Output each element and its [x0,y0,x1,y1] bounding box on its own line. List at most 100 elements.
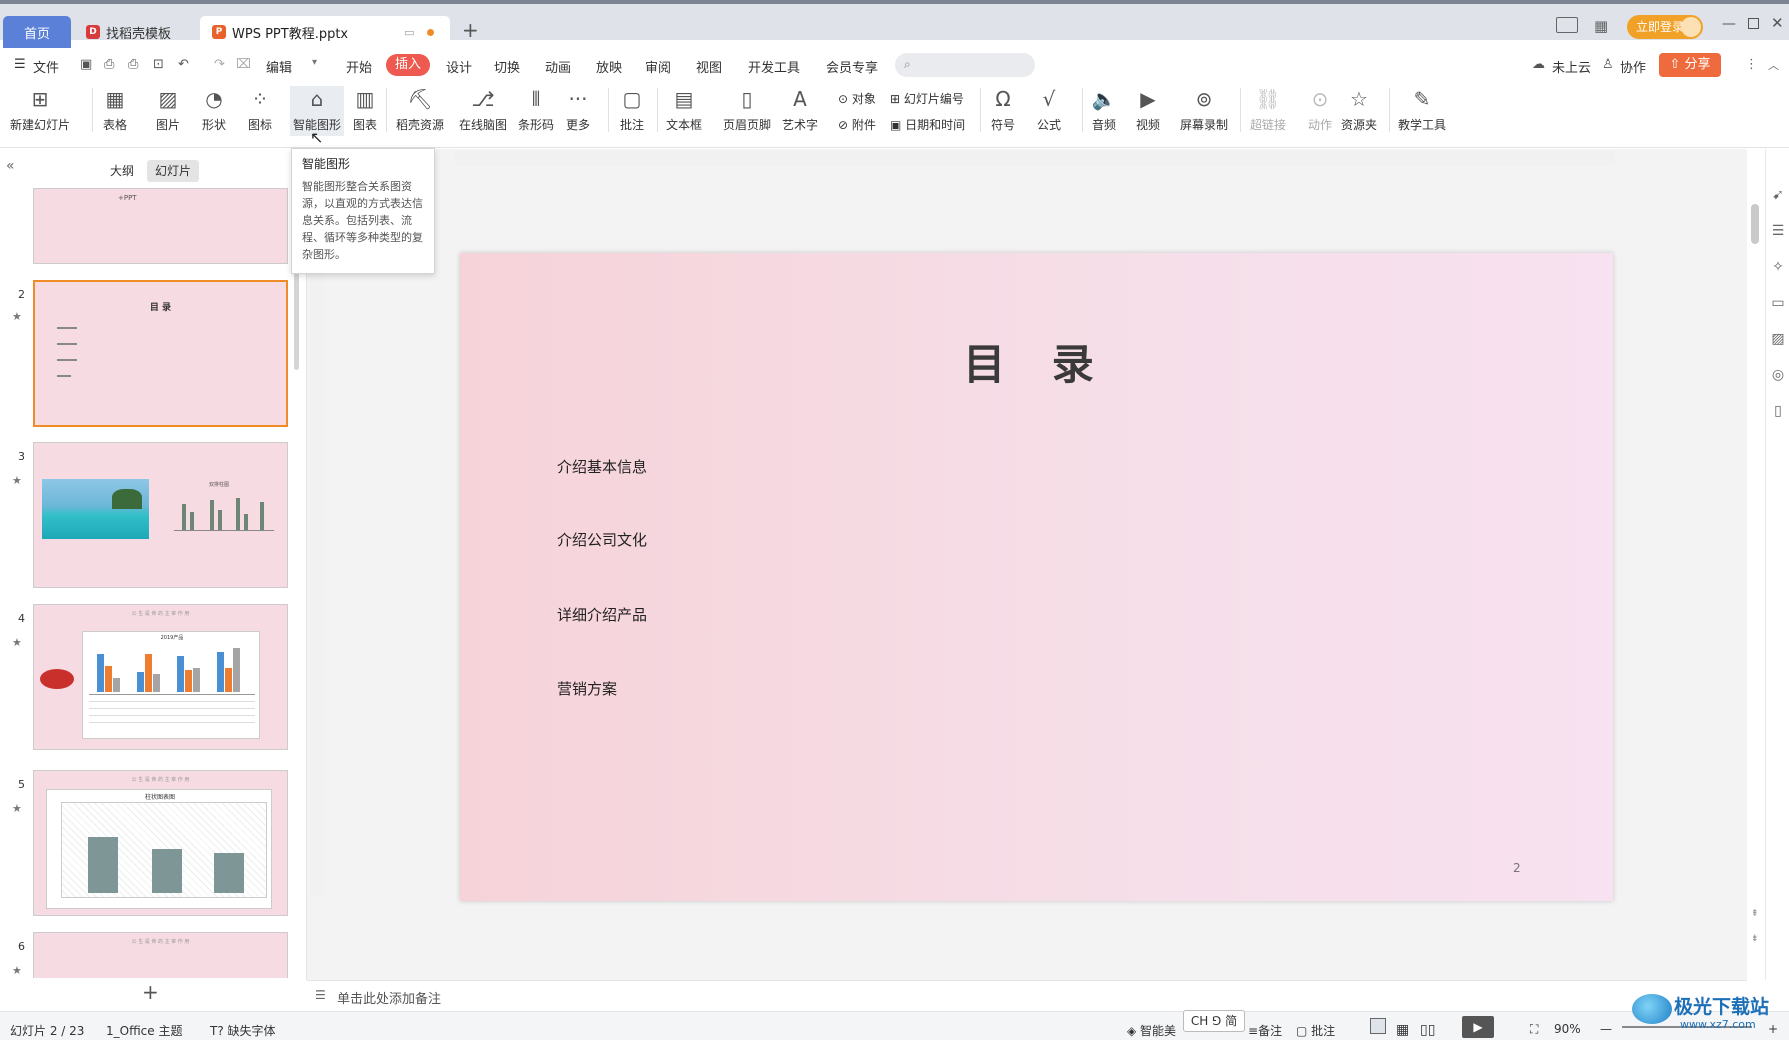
docer-resources-button[interactable]: ⛏ 稻壳资源 [396,86,444,133]
menu-edit[interactable]: 编辑 [266,57,292,76]
more-button[interactable]: ··· 更多 [565,86,591,133]
mindmap-button[interactable]: ⎇ 在线脑图 [459,86,507,133]
animation-icon[interactable]: ✧ [1770,259,1786,275]
table-button[interactable]: ▦ 表格 [102,86,128,133]
video-button[interactable]: ▶ 视频 [1135,86,1161,133]
new-slide-button[interactable]: ⊞ 新建幻灯片 [10,86,70,133]
slide-thumbnail-2[interactable]: 目 录 [33,280,288,427]
book-icon[interactable]: ▯ [1770,403,1786,419]
print-preview-icon[interactable]: ⊡ [153,57,164,72]
attachment-button[interactable]: ⊘ 附件 [838,116,876,133]
current-slide[interactable]: 目 录 介绍基本信息 介绍公司文化 详细介绍产品 营销方案 2 [460,253,1613,901]
sorter-view-icon[interactable]: ▦ [1396,1022,1409,1038]
canvas-scrollbar[interactable]: ⇞ ⇟ [1747,149,1765,980]
slide-thumbnail-4[interactable]: 公 生 是 命 的 主 宰 作 用 2019产品 [33,604,288,750]
next-page-icon[interactable]: ⇟ [1751,934,1759,944]
slide-thumbnail-3[interactable]: 双排柱图 [33,442,288,588]
resources-button[interactable]: ☆ 资源夹 [1341,86,1377,133]
collapse-ribbon-icon[interactable]: ︿ [1768,57,1779,73]
slide-thumbnail-6[interactable]: 公 生 是 命 的 主 宰 作 用 [33,932,288,978]
shape-button[interactable]: ◔ 形状 [201,86,227,133]
datetime-button[interactable]: ▣ 日期和时间 [890,116,965,133]
theme-name[interactable]: 1_Office 主题 [106,1022,182,1039]
grid-apps-icon[interactable]: ▦ [1594,17,1608,35]
wordart-button[interactable]: A 艺术字 [782,86,818,133]
notes-toggle-button[interactable]: ≡备注 [1248,1022,1282,1039]
location-icon[interactable]: ◎ [1770,367,1786,383]
monitor-icon[interactable]: ▭ [404,26,414,39]
layout-icon[interactable] [1556,17,1578,33]
chart-button[interactable]: ▥ 图表 [352,86,378,133]
share-button[interactable]: ⇧ 分享 [1659,53,1721,77]
tab-home[interactable]: 首页 [3,16,71,48]
minimize-icon[interactable]: — [1722,16,1736,32]
maximize-icon[interactable] [1748,18,1759,29]
ime-indicator[interactable]: CH ⅁ 简 [1183,1010,1245,1032]
menu-transition[interactable]: 切换 [494,57,520,76]
login-button[interactable]: 立即登录 [1627,15,1703,39]
cloud-status[interactable]: 未上云 [1552,57,1591,76]
slide-title[interactable]: 目 录 [460,331,1613,392]
formula-button[interactable]: √ 公式 [1036,86,1062,133]
slide-thumbnail-1[interactable]: +PPT [33,188,288,264]
tab-slides[interactable]: 幻灯片 [147,160,200,182]
comment-toggle-button[interactable]: ▢ 批注 [1296,1022,1335,1039]
tab-outline[interactable]: 大纲 [102,160,142,182]
menu-member[interactable]: 会员专享 [826,57,878,76]
menu-developer[interactable]: 开发工具 [748,57,800,76]
hyperlink-button[interactable]: ⛓ 超链接 [1250,86,1286,133]
play-slideshow-button[interactable]: ▶ [1462,1016,1494,1038]
save-icon[interactable]: ▣ [80,57,92,72]
collab-button[interactable]: 协作 [1620,57,1646,76]
slide-thumbnail-5[interactable]: 公 生 是 命 的 主 宰 作 用 柱状图表图 [33,770,288,916]
format-painter-icon[interactable]: ⌧ [236,57,251,72]
search-input[interactable]: ⌕ [895,53,1035,77]
menu-animation[interactable]: 动画 [545,57,571,76]
header-footer-button[interactable]: ▯ 页眉页脚 [723,86,771,133]
object-button[interactable]: ⊙ 对象 [838,90,876,107]
quick-access-dropdown-icon[interactable]: ▾ [312,57,317,68]
slide-item-2[interactable]: 介绍公司文化 [557,529,647,550]
audio-button[interactable]: 🔈 音频 [1091,86,1117,133]
symbol-button[interactable]: Ω 符号 [990,86,1016,133]
screen-record-button[interactable]: ⊚ 屏幕录制 [1180,86,1228,133]
tab-active-file[interactable]: P WPS PPT教程.pptx ▭ [200,16,450,48]
action-button[interactable]: ⊙ 动作 [1307,86,1333,133]
picture-tool-icon[interactable]: ▨ [1770,331,1786,347]
comment-button[interactable]: ▢ 批注 [619,86,645,133]
slide-item-4[interactable]: 营销方案 [557,678,617,699]
slide-count[interactable]: 幻灯片 2 / 23 [10,1022,84,1039]
textbox-button[interactable]: ▤ 文本框 [666,86,702,133]
zoom-level[interactable]: 90% [1554,1022,1581,1036]
transition-icon[interactable]: ▭ [1770,295,1786,311]
undo-icon[interactable]: ↶ [178,57,189,72]
picture-button[interactable]: ▨ 图片 [155,86,181,133]
notes-pane[interactable]: ☰ 单击此处添加备注 [307,980,1747,1010]
zoom-out-icon[interactable]: — [1600,1022,1612,1036]
sliders-icon[interactable]: ☰ [1770,223,1786,239]
menu-start[interactable]: 开始 [346,57,372,76]
menu-review[interactable]: 审阅 [645,57,671,76]
reading-view-icon[interactable]: ▯▯ [1420,1022,1435,1038]
hamburger-icon[interactable]: ☰ [14,57,26,72]
menu-design[interactable]: 设计 [446,57,472,76]
redo-icon[interactable]: ↷ [214,57,225,72]
slide-item-3[interactable]: 详细介绍产品 [557,604,647,625]
rocket-icon[interactable]: ➹ [1770,187,1786,203]
menu-insert[interactable]: 插入 [386,54,430,76]
export-pdf-icon[interactable]: ⎙ [104,57,114,72]
teaching-tools-button[interactable]: ✎ 教学工具 [1398,86,1446,133]
new-tab-button[interactable]: + [462,18,479,42]
menu-view[interactable]: 视图 [696,57,722,76]
slide-item-1[interactable]: 介绍基本信息 [557,456,647,477]
icon-library-button[interactable]: ⁘ 图标 [247,86,273,133]
prev-page-icon[interactable]: ⇞ [1751,909,1759,919]
normal-view-icon[interactable] [1370,1018,1386,1034]
close-icon[interactable]: ✕ [1771,14,1784,32]
add-slide-button[interactable]: + [142,980,159,1004]
missing-font-button[interactable]: T? 缺失字体 [210,1022,276,1039]
slide-number-button[interactable]: ⊞ 幻灯片编号 [890,90,964,107]
menu-file[interactable]: 文件 [33,57,59,76]
more-options-icon[interactable]: ⋮ [1745,57,1758,72]
menu-slideshow[interactable]: 放映 [596,57,622,76]
